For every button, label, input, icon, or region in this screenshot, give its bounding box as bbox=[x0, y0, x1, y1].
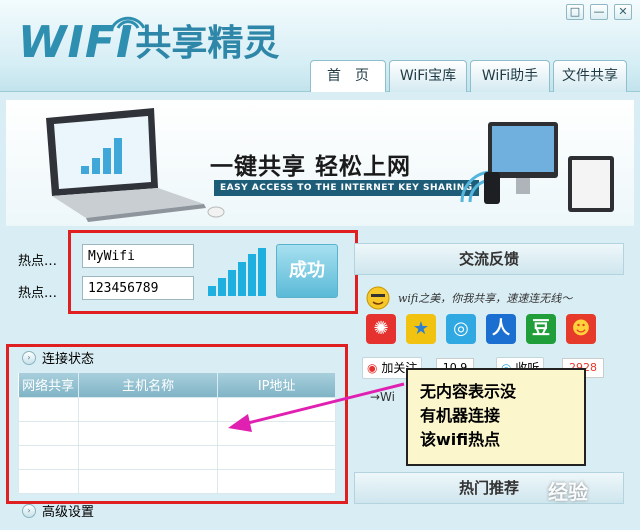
weibo-small-icon: ◉ bbox=[367, 361, 378, 375]
laptop-illustration-icon bbox=[46, 108, 225, 222]
douban-icon[interactable]: 豆 bbox=[526, 314, 556, 344]
highlight-box-hotspot bbox=[68, 230, 358, 314]
annotation-line-2: 有机器连接 bbox=[420, 406, 501, 425]
feedback-link-text[interactable]: →Wi bbox=[370, 390, 395, 404]
tab-wifi-assistant[interactable]: WiFi助手 bbox=[470, 60, 550, 92]
wifi-signal-icon bbox=[110, 16, 146, 31]
weibo-icon[interactable]: ✺ bbox=[366, 314, 396, 344]
feedback-header[interactable]: 交流反馈 bbox=[354, 243, 624, 275]
watermark-text: 经验 bbox=[548, 480, 588, 504]
advanced-settings-label: 高级设置 bbox=[42, 505, 95, 520]
feedback-slogan: wifi之美，你我共享，速速连无线～ bbox=[398, 292, 573, 305]
smiley-icon bbox=[366, 286, 390, 310]
tab-home[interactable]: 首 页 bbox=[310, 60, 386, 92]
app-logo: WIFI 共享精灵 bbox=[18, 16, 280, 68]
annotation-line-1: 无内容表示没 bbox=[420, 382, 517, 401]
close-button[interactable]: ✕ bbox=[614, 4, 632, 20]
advanced-settings-header[interactable]: › 高级设置 bbox=[22, 501, 94, 520]
devices-illustration-icon bbox=[460, 122, 614, 212]
tab-wifi-library[interactable]: WiFi宝库 bbox=[389, 60, 467, 92]
kaixin-icon[interactable]: ☻ bbox=[566, 314, 596, 344]
banner-subtitle: EASY ACCESS TO THE INTERNET KEY SHARING bbox=[214, 180, 479, 196]
main-tabs: 首 页 WiFi宝库 WiFi助手 文件共享 bbox=[310, 60, 627, 92]
minimize-button[interactable]: — bbox=[590, 4, 608, 20]
window-controls: □ — ✕ bbox=[566, 4, 632, 20]
renren-icon[interactable]: 人 bbox=[486, 314, 516, 344]
banner-title: 一键共享 轻松上网 bbox=[210, 154, 412, 180]
restore-button[interactable]: □ bbox=[566, 4, 584, 20]
tencent-weibo-icon[interactable]: ◎ bbox=[446, 314, 476, 344]
annotation-callout: 无内容表示没 有机器连接 该wifi热点 bbox=[406, 368, 586, 466]
logo-name-text: 共享精灵 bbox=[135, 23, 280, 64]
promo-banner: 一键共享 轻松上网 EASY ACCESS TO THE INTERNET KE… bbox=[6, 100, 634, 226]
qzone-icon[interactable]: ★ bbox=[406, 314, 436, 344]
title-bar: □ — ✕ WIFI 共享精灵 首 页 WiFi宝库 WiFi助手 文件共享 bbox=[0, 0, 640, 92]
annotation-line-3: 该wifi热点 bbox=[420, 430, 501, 449]
tab-file-sharing[interactable]: 文件共享 bbox=[553, 60, 627, 92]
highlight-box-connection bbox=[6, 344, 348, 504]
expand-toggle-icon: › bbox=[22, 503, 36, 518]
